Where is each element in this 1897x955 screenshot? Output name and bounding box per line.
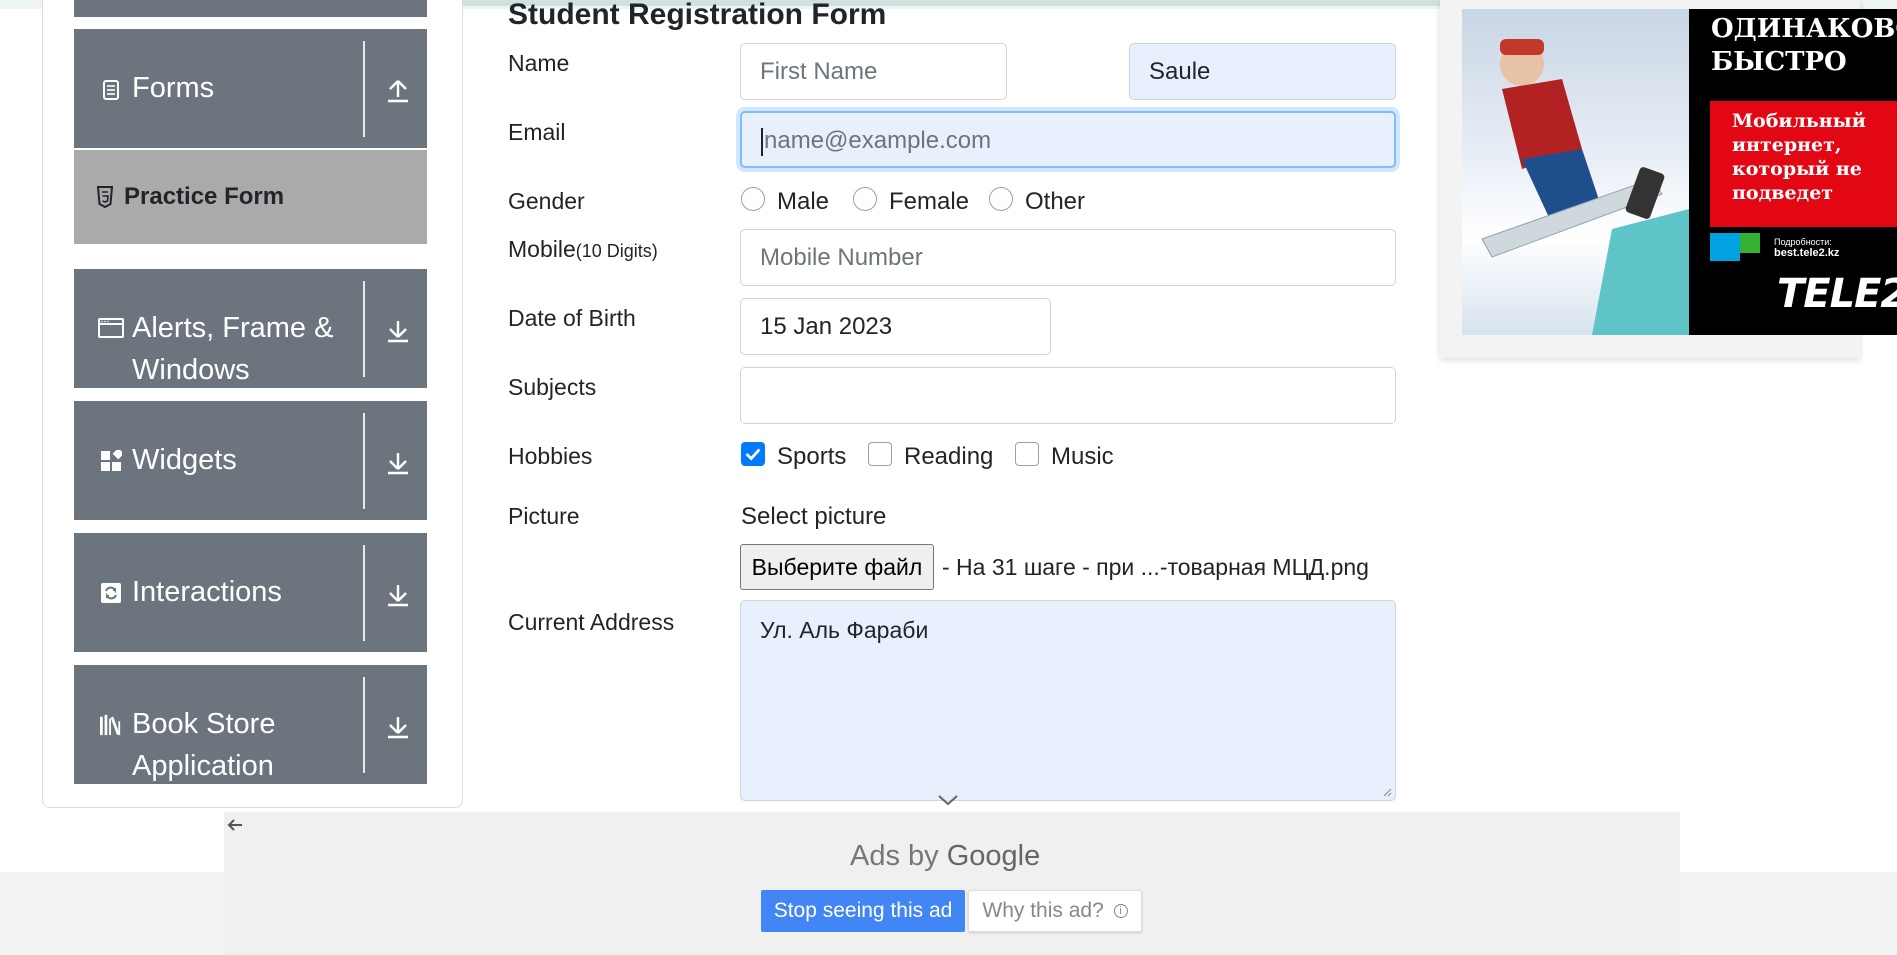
ad-details: Подробности: best.tele2.kz — [1774, 237, 1897, 259]
sidebar-group-title-line2: Windows — [132, 354, 250, 386]
sidebar-group-book-store[interactable]: Book Store Application — [74, 665, 427, 784]
hobby-checkbox-sports[interactable] — [741, 442, 765, 466]
divider — [363, 281, 365, 377]
snowboarder-illustration — [1481, 39, 1689, 335]
resize-handle-icon[interactable] — [1382, 787, 1392, 797]
text-cursor — [761, 127, 763, 156]
divider — [363, 41, 365, 137]
sidebar-group-title: Widgets — [132, 444, 237, 476]
select-picture-label: Select picture — [741, 503, 887, 530]
mobile-label: Mobile(10 Digits) — [508, 236, 658, 263]
first-name-input[interactable]: First Name — [740, 43, 1007, 100]
gender-label: Gender — [508, 188, 585, 214]
name-label: Name — [508, 50, 570, 76]
hobbies-label: Hobbies — [508, 443, 593, 469]
sidebar-group-interactions[interactable]: Interactions — [74, 533, 427, 652]
ads-by-google-label: Ads by Google — [850, 840, 1040, 873]
stop-seeing-ad-button[interactable]: Stop seeing this ad — [761, 890, 965, 932]
why-this-ad-button[interactable]: Why this ad? i — [968, 890, 1142, 932]
subjects-label: Subjects — [508, 374, 597, 400]
selected-file-name: - На 31 шаге - при ...-товарная МЦД.png — [942, 554, 1369, 580]
tele2-logo: TELE2 — [1777, 271, 1897, 317]
sidebar-group-title: Book Store — [132, 708, 276, 740]
sidebar-group-title: Interactions — [132, 576, 282, 608]
sidebar-group-title: Alerts, Frame & — [132, 312, 334, 344]
ad-details-label: Подробности: — [1774, 237, 1832, 247]
books-icon — [100, 714, 121, 736]
picture-label: Picture — [508, 503, 580, 529]
gender-radio-male[interactable] — [741, 187, 765, 211]
widgets-icon — [101, 450, 122, 471]
divider — [363, 413, 365, 509]
gender-radio-female[interactable] — [853, 187, 877, 211]
dob-label: Date of Birth — [508, 305, 636, 331]
window-icon — [98, 318, 124, 338]
sidebar-group-title: Forms — [132, 72, 215, 104]
email-label: Email — [508, 119, 566, 145]
form-title: Student Registration Form — [508, 0, 887, 31]
sidebar-item-label: Practice Form — [124, 183, 285, 210]
hobby-label[interactable]: Music — [1051, 443, 1114, 471]
ad-snowboarder-image[interactable] — [1462, 9, 1689, 335]
ad-headline: ОДИНАКОВО БЫСТРО — [1711, 14, 1897, 77]
download-arrow-icon[interactable] — [383, 315, 413, 345]
checkmark-icon — [745, 448, 761, 461]
mobile-label-text: Mobile — [508, 236, 576, 262]
sidebar-group-previous[interactable] — [74, 0, 427, 17]
hobby-checkbox-reading[interactable] — [868, 442, 892, 466]
ads-by-text: Ads by — [850, 840, 939, 872]
email-placeholder: name@example.com — [764, 127, 992, 154]
brand-square-blue — [1710, 233, 1740, 261]
back-arrow-icon[interactable] — [224, 814, 246, 836]
sidebar-item-practice-form[interactable]: Practice Form — [74, 150, 427, 244]
mobile-hint: (10 Digits) — [575, 241, 658, 261]
gender-radio-other[interactable] — [989, 187, 1013, 211]
gender-option-label[interactable]: Male — [777, 188, 829, 216]
upload-arrow-icon[interactable] — [383, 75, 413, 105]
google-wordmark: Google — [946, 840, 1041, 872]
brand-square-green — [1740, 233, 1760, 253]
last-name-input[interactable]: Saule — [1129, 43, 1396, 100]
divider — [363, 677, 365, 773]
divider — [363, 545, 365, 641]
hobby-label[interactable]: Sports — [777, 443, 846, 471]
google-ad-overlay — [224, 812, 1680, 955]
download-arrow-icon[interactable] — [383, 711, 413, 741]
ad-text-panel[interactable]: ОДИНАКОВО БЫСТРО Мобильный интернет, кот… — [1689, 9, 1897, 335]
interactions-icon — [101, 583, 121, 603]
sidebar-group-widgets[interactable]: Widgets — [74, 401, 427, 520]
sidebar-group-title-line2: Application — [132, 750, 274, 782]
ad-red-text: Мобильный интернет, который не подведет — [1732, 110, 1866, 204]
gender-option-label[interactable]: Female — [889, 188, 969, 216]
chevron-down-icon[interactable] — [936, 792, 960, 808]
html5-icon — [96, 186, 114, 208]
ad-red-box: Мобильный интернет, который не подведет — [1710, 101, 1897, 227]
mobile-input[interactable]: Mobile Number — [740, 229, 1396, 286]
choose-file-button[interactable]: Выберите файл — [740, 544, 934, 590]
sidebar-group-forms[interactable]: Forms — [74, 29, 427, 148]
dob-input[interactable]: 15 Jan 2023 — [740, 298, 1051, 355]
why-this-ad-label: Why this ad? — [982, 899, 1104, 922]
current-address-textarea[interactable]: Ул. Аль Фараби — [740, 600, 1396, 801]
download-arrow-icon[interactable] — [383, 447, 413, 477]
hobby-label[interactable]: Reading — [904, 443, 993, 471]
hobby-checkbox-music[interactable] — [1015, 442, 1039, 466]
ad-details-url: best.tele2.kz — [1774, 247, 1840, 259]
email-input[interactable]: name@example.com — [740, 111, 1396, 168]
current-address-label: Current Address — [508, 609, 675, 635]
sidebar-group-alerts[interactable]: Alerts, Frame & Windows — [74, 269, 427, 388]
download-arrow-icon[interactable] — [383, 579, 413, 609]
gender-option-label[interactable]: Other — [1025, 188, 1085, 216]
info-icon: i — [1113, 904, 1128, 919]
current-address-value: Ул. Аль Фараби — [760, 617, 929, 643]
subjects-input[interactable] — [740, 367, 1396, 424]
document-icon — [103, 80, 119, 100]
